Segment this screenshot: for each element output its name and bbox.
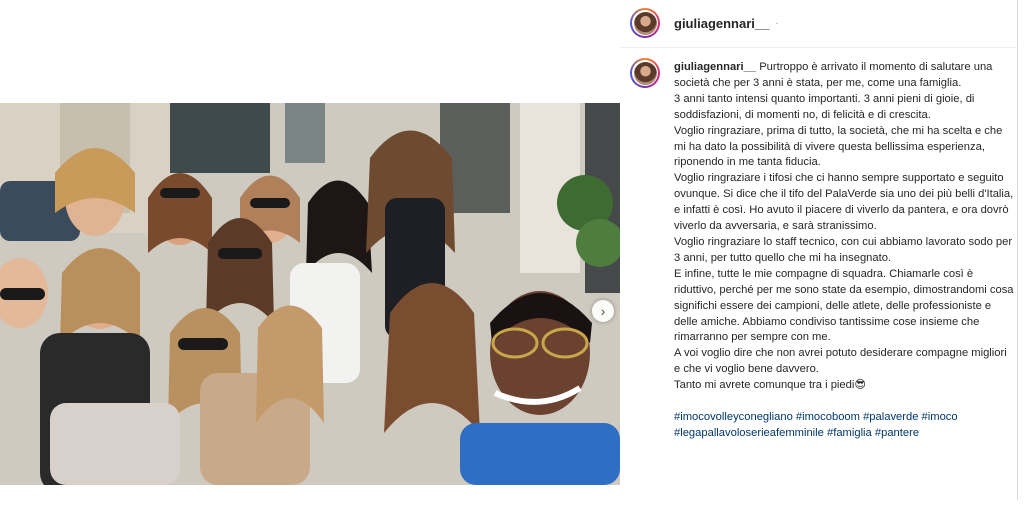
chevron-right-icon: › (600, 303, 606, 319)
post-caption: giuliagennari__ Purtroppo è arrivato il … (674, 60, 1014, 442)
caption-line: Voglio ringraziare i tifosi che ci hanno… (674, 172, 1014, 233)
caption-username[interactable]: giuliagennari__ (674, 61, 756, 73)
post-image[interactable] (0, 103, 620, 485)
hashtag-link[interactable]: #famiglia (827, 427, 872, 439)
post-sidebar: giuliagennari__ · giuliagennari__ Purtro… (620, 0, 1024, 526)
post-header: giuliagennari__ · (630, 6, 779, 40)
avatar[interactable] (630, 8, 660, 38)
header-username[interactable]: giuliagennari__ (674, 16, 769, 31)
caption-line: 3 anni tanto intensi quanto importanti. … (674, 92, 975, 121)
caption-line: E infine, tutte le mie compagne di squad… (674, 267, 1014, 344)
hashtag-link[interactable]: #palaverde (863, 411, 918, 423)
hashtag-link[interactable]: #legapallavoloserieafemminile (674, 427, 824, 439)
caption-line: Tanto mi avrete comunque tra i piedi😎 (674, 379, 866, 392)
hashtag-link[interactable]: #imoco (922, 411, 958, 423)
carousel-next-button[interactable]: › (592, 300, 614, 322)
header-divider (620, 47, 1017, 48)
hashtags: #imocovolleyconegliano #imocoboom #palav… (674, 410, 1014, 442)
hashtag-link[interactable]: #imocovolleyconegliano (674, 411, 793, 423)
hashtag-link[interactable]: #pantere (875, 427, 919, 439)
caption-line: Voglio ringraziare, prima di tutto, la s… (674, 124, 1003, 169)
hashtag-link[interactable]: #imocoboom (796, 411, 860, 423)
header-separator: · (775, 17, 779, 29)
caption-line: A voi voglio dire che non avrei potuto d… (674, 347, 1007, 376)
side-divider (1017, 0, 1018, 500)
caption-line: Voglio ringraziare lo staff tecnico, con… (674, 235, 1013, 264)
caption-avatar[interactable] (630, 58, 660, 88)
